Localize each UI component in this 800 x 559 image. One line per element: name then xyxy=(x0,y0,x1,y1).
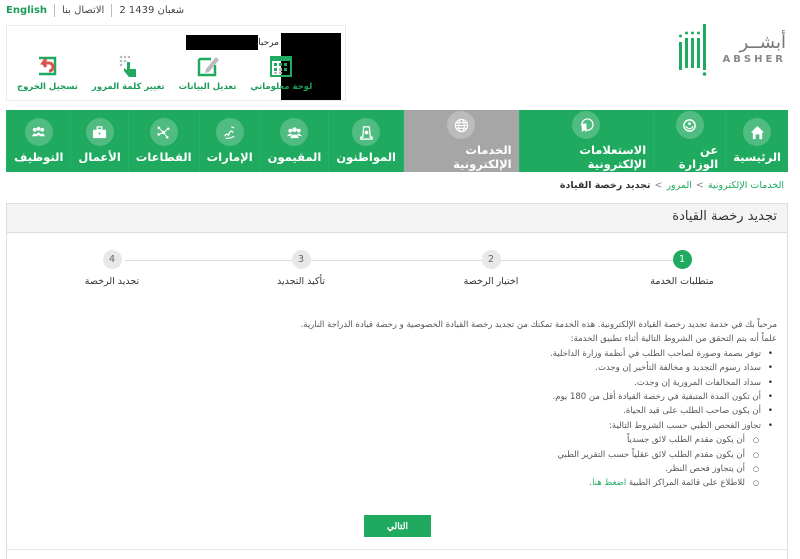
nav-item-e-services[interactable]: الخدمات الإلكترونية xyxy=(403,110,519,172)
globe-icon xyxy=(454,118,468,132)
team-icon xyxy=(32,126,46,136)
breadcrumb-e-services[interactable]: الخدمات الإلكترونية xyxy=(708,180,784,191)
dashboard-calendar-icon xyxy=(270,56,293,77)
condition-item: تجاوز الفحص الطبي حسب الشروط التالية: xyxy=(217,419,777,434)
step-select-license: 2 اختيار الرخصة xyxy=(441,250,541,287)
step-label: تأكيد التجديد xyxy=(276,276,326,287)
condition-item: سداد رسوم التجديد و مخالفة التأخير إن وج… xyxy=(217,361,777,376)
nav-item-citizens[interactable]: المواطنون xyxy=(328,110,403,172)
absher-logo-mark-icon xyxy=(678,24,706,76)
nav-label: الرئيسية xyxy=(733,150,781,164)
step-label: متطلبات الخدمة xyxy=(650,276,714,287)
breadcrumb-current: تجديد رخصة القيادة xyxy=(559,180,651,191)
nav-label: عن الوزارة xyxy=(678,143,719,171)
medical-centers-item: للاطلاع على قائمة المراكز الطبية اضغط هن… xyxy=(217,476,777,491)
condition-item: أن يكون صاحب الطلب على قيد الحياة. xyxy=(217,404,777,419)
language-switch-link[interactable]: English xyxy=(6,5,47,16)
divider xyxy=(111,3,113,17)
service-description: مرحباً بك في خدمة تجديد رخصة القيادة الإ… xyxy=(217,318,777,491)
breadcrumb-separator: > xyxy=(654,180,663,191)
step-number: 2 xyxy=(481,250,501,269)
nav-label: المواطنون xyxy=(336,150,397,164)
nav-label: المقيمون xyxy=(267,150,322,164)
logout-icon xyxy=(39,56,57,76)
user-panel: مرحبا تسجيل الخروج تغيير كلمة المرور تعد… xyxy=(6,25,346,101)
medical-centers-text: للاطلاع على قائمة المراكز الطبية xyxy=(628,478,745,489)
ministry-emblem-icon xyxy=(683,118,697,132)
step-number: 1 xyxy=(672,250,692,269)
briefcase-icon xyxy=(93,125,107,138)
step-number: 3 xyxy=(291,250,311,269)
absher-logo[interactable]: أبشــر ABSHER xyxy=(677,22,786,76)
user-actions: تسجيل الخروج تغيير كلمة المرور تعديل الب… xyxy=(17,54,312,92)
medical-condition-item: أن يكون مقدم الطلب لائق جسدياً xyxy=(217,433,777,448)
page-title: تجديد رخصة القيادة xyxy=(7,204,787,233)
medical-condition-item: أن يتجاوز فحص النظر. xyxy=(217,462,777,477)
nav-label: القطاعات xyxy=(135,150,192,164)
welcome-message: مرحبا xyxy=(186,35,279,50)
nav-label: التوظيف xyxy=(14,150,64,164)
nav-item-sectors[interactable]: القطاعات xyxy=(127,110,199,172)
dashboard-button[interactable]: لوحة معلوماتي xyxy=(250,54,312,92)
user-name-redacted xyxy=(186,35,259,50)
nav-item-employment[interactable]: التوظيف xyxy=(6,110,70,172)
step-number: 4 xyxy=(102,250,122,269)
nav-item-emirates[interactable]: الإمارات xyxy=(198,110,260,172)
change-password-icon xyxy=(119,55,137,77)
nav-item-about-ministry[interactable]: عن الوزارة xyxy=(653,110,725,172)
nav-label: الخدمات الإلكترونية xyxy=(453,143,512,171)
logo-arabic-text: أبشــر xyxy=(739,31,786,53)
next-button[interactable]: التالي xyxy=(364,515,431,537)
edit-data-button[interactable]: تعديل البيانات xyxy=(178,54,237,92)
medical-condition-item: أن يكون مقدم الطلب لائق عقلياً حسب التقر… xyxy=(217,448,777,463)
breadcrumb-separator: > xyxy=(695,180,704,191)
medical-centers-link[interactable]: اضغط هنا xyxy=(592,478,626,488)
conditions-list: توفر بصمة وصورة لصاحب الطلب في أنظمة وزا… xyxy=(217,347,777,434)
service-panel: تجديد رخصة القيادة 1 متطلبات الخدمة 2 اخ… xyxy=(6,203,788,559)
breadcrumb: الخدمات الإلكترونية > المرور > تجديد رخص… xyxy=(560,180,784,191)
medical-conditions-list: أن يكون مقدم الطلب لائق جسدياً أن يكون م… xyxy=(217,433,777,491)
logout-label: تسجيل الخروج xyxy=(17,82,78,92)
nav-label: الاستعلامات الإلكترونية xyxy=(579,143,647,171)
main-navigation: الرئيسية عن الوزارة الاستعلامات الإلكترو… xyxy=(6,110,788,172)
step-label: اختيار الرخصة xyxy=(463,276,519,287)
dashboard-label: لوحة معلوماتي xyxy=(250,82,313,92)
citizen-icon xyxy=(359,125,373,140)
intro-text: مرحباً بك في خدمة تجديد رخصة القيادة الإ… xyxy=(300,320,777,330)
logo-english-text: ABSHER xyxy=(722,53,786,65)
logout-button[interactable]: تسجيل الخروج xyxy=(17,54,78,92)
divider xyxy=(54,3,56,17)
stepper-line xyxy=(125,260,677,261)
calligraphy-icon xyxy=(224,125,235,139)
welcome-label: مرحبا xyxy=(258,37,279,48)
nav-item-e-inquiries[interactable]: الاستعلامات الإلكترونية xyxy=(518,110,654,172)
edit-data-icon xyxy=(197,57,219,77)
condition-item: توفر بصمة وصورة لصاحب الطلب في أنظمة وزا… xyxy=(217,347,777,362)
nav-label: الإمارات xyxy=(206,150,253,164)
network-icon xyxy=(157,126,170,138)
step-confirm-renewal: 3 تأكيد التجديد xyxy=(251,250,351,287)
top-utility-bar: English الاتصال بنا 2 شعبان 1439 xyxy=(6,2,184,18)
residents-group-icon xyxy=(286,126,302,138)
progress-stepper: 1 متطلبات الخدمة 2 اختيار الرخصة 3 تأكيد… xyxy=(7,250,787,290)
step-label: تجديد الرخصة xyxy=(84,276,140,287)
hijri-date: 2 شعبان 1439 xyxy=(119,4,185,16)
divider xyxy=(7,549,787,550)
e-inquiries-icon xyxy=(581,117,594,132)
change-password-label: تغيير كلمة المرور xyxy=(91,82,165,92)
nav-item-business[interactable]: الأعمال xyxy=(70,110,127,172)
nav-item-residents[interactable]: المقيمون xyxy=(259,110,329,172)
breadcrumb-traffic[interactable]: المرور xyxy=(666,180,691,191)
conditions-intro: علماً أنه يتم التحقق من الشروط التالية أ… xyxy=(570,334,777,345)
condition-item: أن تكون المدة المتبقية في رخصة القيادة أ… xyxy=(217,390,777,405)
step-renew-license: 4 تجديد الرخصة xyxy=(62,250,162,287)
change-password-button[interactable]: تغيير كلمة المرور xyxy=(92,54,165,92)
step-service-requirements: 1 متطلبات الخدمة xyxy=(632,250,732,287)
contact-us-link[interactable]: الاتصال بنا xyxy=(62,5,104,16)
home-icon xyxy=(750,125,764,139)
nav-item-home[interactable]: الرئيسية xyxy=(725,110,788,172)
nav-label: الأعمال xyxy=(78,150,121,164)
edit-data-label: تعديل البيانات xyxy=(178,82,237,92)
condition-item: سداد المخالفات المرورية إن وجدت. xyxy=(217,376,777,391)
